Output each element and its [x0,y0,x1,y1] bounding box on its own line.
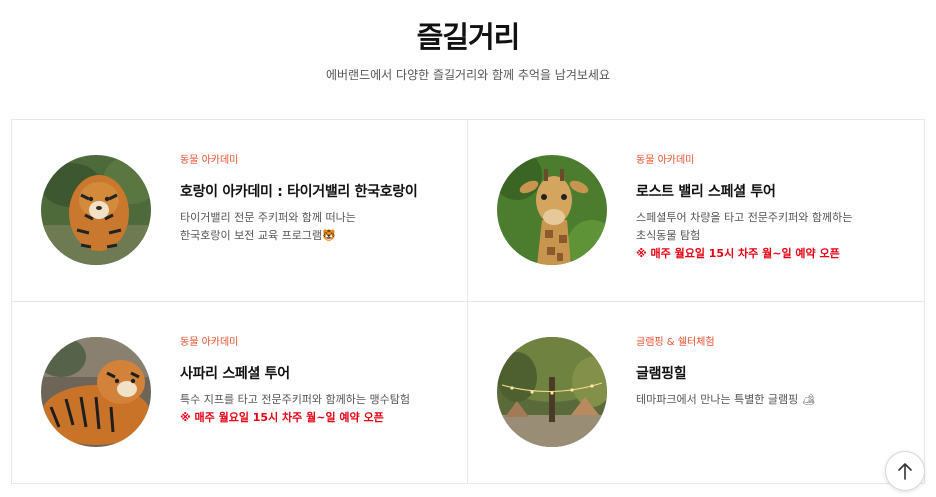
card-description-line: 초식동물 탐험 [636,229,701,242]
card-description-line: 타이거밸리 전문 주키퍼와 함께 떠나는 [180,211,356,224]
card-description: 타이거밸리 전문 주키퍼와 함께 떠나는 한국호랑이 보전 교육 프로그램🐯 [180,209,460,245]
card-title[interactable]: 호랑이 아카데미 : 타이거밸리 한국호랑이 [180,182,460,202]
card-notice: ※ 매주 월요일 15시 차주 월~일 예약 오픈 [636,247,840,260]
activity-card-safari-tour[interactable]: 동물 아카데미 사파리 스페셜 투어 특수 지프를 타고 전문주키퍼와 함께하는… [12,302,467,483]
card-category: 글램핑 & 쉘터체험 [636,337,715,348]
card-description: 테마파크에서 만나는 특별한 글램핑 🏕 [636,391,916,409]
card-category: 동물 아카데미 [636,155,695,166]
card-description-line: 테마파크에서 만나는 특별한 글램핑 🏕 [636,393,816,406]
card-title[interactable]: 사파리 스페셜 투어 [180,364,460,384]
card-category: 동물 아카데미 [180,337,239,348]
card-notice: ※ 매주 월요일 15시 차주 월~일 예약 오픈 [180,411,384,424]
card-description-line: 한국호랑이 보전 교육 프로그램🐯 [180,229,336,242]
card-title[interactable]: 로스트 밸리 스페셜 투어 [636,182,916,202]
arrow-up-icon [898,463,912,480]
card-description-line: 특수 지프를 타고 전문주키퍼와 함께하는 맹수탐험 [180,393,411,406]
activity-card-glamping-hill[interactable]: 글램핑 & 쉘터체험 글램핑힐 테마파크에서 만나는 특별한 글램핑 🏕 [468,302,923,483]
page-title: 즐길거리 [416,20,521,54]
activity-card-tiger-academy[interactable]: 동물 아카데미 호랑이 아카데미 : 타이거밸리 한국호랑이 타이거밸리 전문 … [12,120,467,301]
card-description: 특수 지프를 타고 전문주키퍼와 함께하는 맹수탐험 [180,391,460,409]
card-description-line: 스페셜투어 차량을 타고 전문주키퍼와 함께하는 [636,211,853,224]
giraffe-photo [497,155,607,265]
tiger-lying-photo [41,337,151,447]
activity-grid: 동물 아카데미 호랑이 아카데미 : 타이거밸리 한국호랑이 타이거밸리 전문 … [11,119,925,484]
card-description: 스페셜투어 차량을 타고 전문주키퍼와 함께하는 초식동물 탐험 [636,209,916,245]
scroll-top-button[interactable] [885,451,925,491]
tiger-photo [41,155,151,265]
page-subtitle: 에버랜드에서 다양한 즐길거리와 함께 추억을 남겨보세요 [325,68,611,82]
activity-card-lost-valley[interactable]: 동물 아카데미 로스트 밸리 스페셜 투어 스페셜투어 차량을 타고 전문주키퍼… [468,120,923,301]
card-title[interactable]: 글램핑힐 [636,364,916,384]
glamping-photo [497,337,607,447]
card-category: 동물 아카데미 [180,155,239,166]
